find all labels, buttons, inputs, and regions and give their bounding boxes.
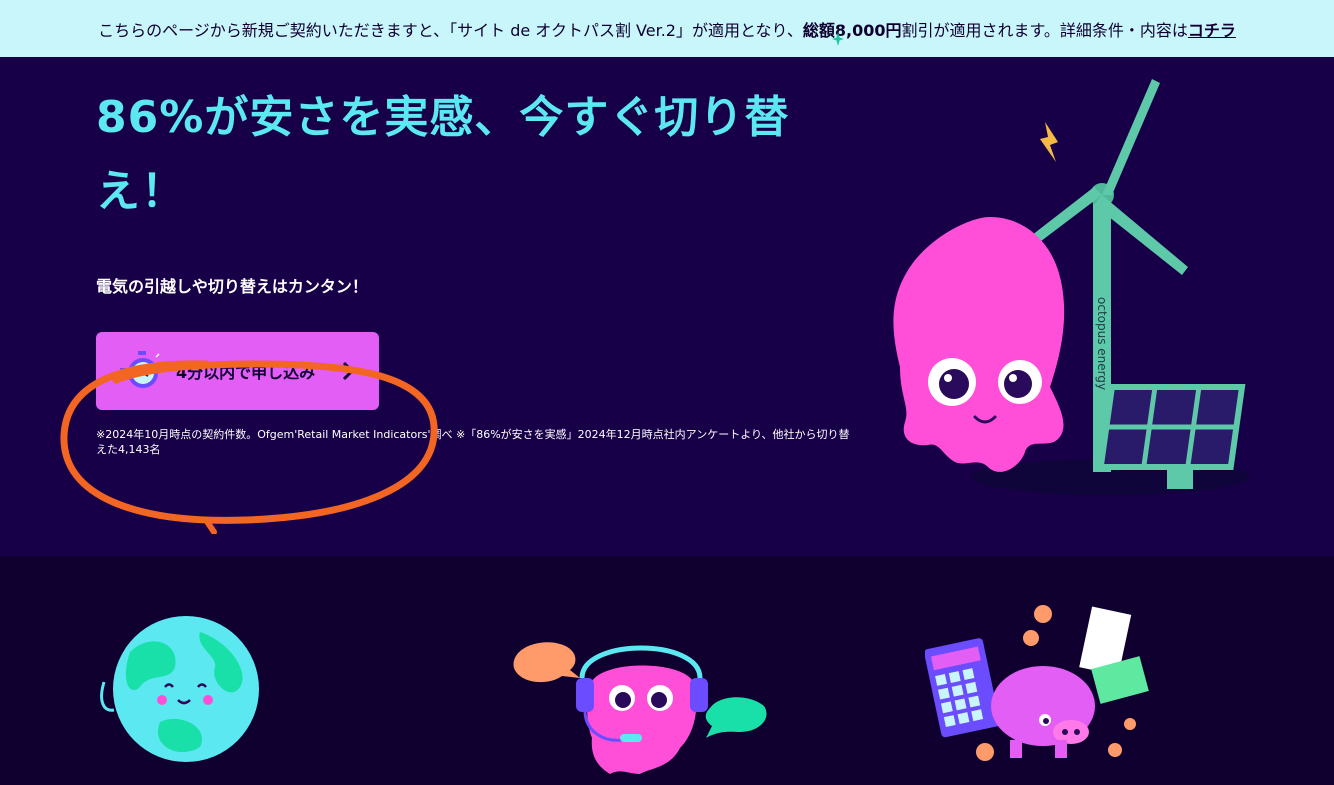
earth-illustration bbox=[100, 616, 259, 762]
hero-subheading: 電気の引越しや切り替えはカンタン！ bbox=[96, 277, 368, 296]
octopus-wind-turbine-illustration: octopus energy bbox=[893, 79, 1250, 495]
sparkle-icon bbox=[832, 32, 844, 46]
stopwatch-icon bbox=[120, 351, 160, 388]
hero-section: 86%が安さを実感、今すぐ切り替え！ 電気の引越しや切り替えはカンタン！ 4分以… bbox=[0, 57, 1334, 556]
features-section bbox=[0, 556, 1334, 785]
apply-button[interactable]: 4分以内で申し込み bbox=[96, 332, 379, 410]
savings-piggybank-illustration bbox=[925, 605, 1149, 761]
banner-details-link[interactable]: コチラ bbox=[1188, 17, 1236, 41]
turbine-brand-text: octopus energy bbox=[1095, 297, 1109, 390]
hero-footnote: ※2024年10月時点の契約件数。Ofgem'Retail Market Ind… bbox=[96, 428, 850, 456]
promo-banner: こちらのページから新規ご契約いただきますと、「サイト de オクトパス割 Ver… bbox=[0, 0, 1334, 57]
lightning-icon bbox=[1040, 122, 1058, 162]
banner-text: こちらのページから新規ご契約いただきますと、「サイト de オクトパス割 Ver… bbox=[98, 20, 803, 40]
support-octopus-illustration bbox=[513, 642, 767, 774]
hero-headline: 86%が安さを実感、今すぐ切り替え！ bbox=[96, 92, 790, 217]
banner-text-after: 割引が適用されます。詳細条件・内容は bbox=[901, 20, 1188, 40]
chevron-right-icon bbox=[342, 361, 355, 381]
banner-discount: 総額8,000円 bbox=[802, 20, 902, 40]
apply-button-label: 4分以内で申し込み bbox=[176, 363, 316, 382]
